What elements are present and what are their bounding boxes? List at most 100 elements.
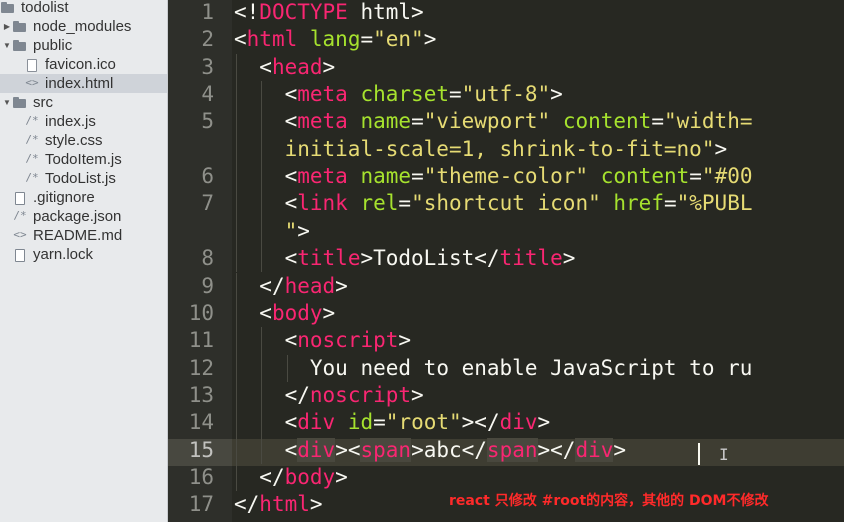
code-token: div	[297, 410, 336, 435]
code-token: You need to enable JavaScript to ru	[309, 355, 753, 380]
code-token: >	[335, 273, 348, 298]
code-token: </	[284, 382, 310, 407]
code-token: link	[297, 191, 348, 216]
code-token: body	[284, 464, 336, 489]
tree-item-index-js[interactable]: /* index.js	[0, 112, 167, 131]
line-number: 14	[188, 410, 214, 435]
tree-item-node-modules[interactable]: ▶ node_modules	[0, 17, 167, 36]
caret-down-icon[interactable]: ▼	[2, 41, 12, 50]
code-token: body	[271, 300, 323, 325]
code-line[interactable]: </head>	[234, 273, 348, 300]
code-line[interactable]: </noscript>	[234, 382, 424, 409]
code-line[interactable]: <head>	[234, 54, 335, 81]
tree-item-public[interactable]: ▼ public	[0, 36, 167, 55]
code-token: noscript	[297, 328, 399, 353]
code-line[interactable]: <!DOCTYPE html>	[234, 0, 424, 26]
code-line[interactable]: </html>	[234, 491, 323, 518]
code-line[interactable]: <body>	[234, 300, 335, 327]
app-window: ▼todolist▶node_modules▼publicfavicon.ico…	[0, 0, 844, 522]
line-number	[168, 218, 214, 245]
code-token: =	[663, 191, 677, 216]
code-line[interactable]: <meta charset="utf-8">	[234, 81, 563, 108]
tree-item-gitignore[interactable]: .gitignore	[0, 188, 167, 207]
code-token: "root"	[385, 410, 462, 435]
line-number: 1	[201, 0, 214, 24]
code-token: head	[284, 273, 336, 298]
line-number: 16	[188, 464, 214, 489]
caret-down-icon[interactable]: ▼	[2, 98, 12, 107]
code-token: <	[284, 82, 298, 107]
code-token: href	[613, 191, 664, 216]
code-token: </	[259, 464, 285, 489]
file-icon	[12, 191, 28, 205]
code-token: initial-scale=1, shrink-to-fit=no"	[284, 136, 715, 161]
tree-item-readme-md[interactable]: <> README.md	[0, 226, 167, 245]
code-token: noscript	[309, 382, 412, 407]
folder-icon	[0, 1, 16, 15]
tree-item-yarn-lock[interactable]: yarn.lock	[0, 245, 167, 264]
code-token: <	[284, 410, 298, 435]
code-token: >	[562, 246, 576, 271]
file-tree-sidebar[interactable]: ▼todolist▶node_modules▼publicfavicon.ico…	[0, 0, 168, 522]
line-number	[168, 136, 214, 163]
code-line[interactable]: <html lang="en">	[234, 26, 436, 53]
code-token: ></	[461, 410, 500, 435]
code-token: </	[259, 273, 285, 298]
code-line[interactable]: </body>	[234, 464, 348, 491]
line-number: 17	[188, 492, 214, 517]
code-token: <	[284, 164, 298, 189]
tree-item-label: .gitignore	[33, 189, 95, 206]
code-token: "utf-8"	[461, 82, 551, 107]
code-token: >TodoList</	[360, 246, 500, 271]
code-token: =	[689, 164, 702, 189]
code-line[interactable]: <noscript>	[234, 327, 411, 354]
tree-item-label: index.html	[45, 75, 114, 92]
code-line[interactable]: <div><span>abc</span></div>	[234, 437, 626, 464]
tree-item-label: TodoItem.js	[45, 151, 122, 168]
code-token: span	[360, 437, 412, 462]
code-token: "theme-color"	[423, 164, 589, 189]
code-line[interactable]: <meta name="viewport" content="width=	[234, 108, 753, 135]
folder-icon	[12, 20, 28, 34]
tree-item-label: src	[33, 94, 53, 111]
code-token: >	[411, 382, 424, 407]
code-line[interactable]: <meta name="theme-color" content="#00	[234, 163, 753, 190]
ibeam-cursor-icon: I	[719, 445, 729, 464]
code-line[interactable]: You need to enable JavaScript to ru	[234, 355, 753, 382]
code-token: name	[360, 164, 412, 189]
code-token: <	[234, 27, 247, 52]
caret-right-icon[interactable]: ▶	[2, 22, 12, 31]
tree-item-todolist-js[interactable]: /* TodoList.js	[0, 169, 167, 188]
code-token: <	[284, 328, 298, 353]
code-token: DOCTYPE	[259, 0, 348, 24]
code-line[interactable]: ">	[234, 218, 310, 245]
code-token: =	[373, 410, 386, 435]
code-line[interactable]: <div id="root"></div>	[234, 409, 551, 436]
line-number: 2	[201, 27, 214, 52]
tree-item-package-json[interactable]: /* package.json	[0, 207, 167, 226]
tree-item-todolist[interactable]: ▼todolist	[0, 0, 167, 17]
line-number: 15	[188, 437, 214, 462]
tree-item-src[interactable]: ▼ src	[0, 93, 167, 112]
tree-item-style-css[interactable]: /* style.css	[0, 131, 167, 150]
code-token: >	[322, 300, 336, 325]
code-line[interactable]: <title>TodoList</title>	[234, 245, 576, 272]
folder-icon	[12, 39, 28, 53]
tree-item-index-html[interactable]: <> index.html	[0, 74, 167, 93]
code-line[interactable]: <link rel="shortcut icon" href="%PUBL	[234, 190, 753, 217]
code-token: >	[297, 218, 310, 243]
script-file-icon: /*	[25, 113, 39, 127]
line-number: 5	[201, 109, 214, 134]
code-editor[interactable]: 1 2 3 4 5 6 7 8 9 10 11 12 13 14 16 17 <!DOCTYPE html> <…	[168, 0, 844, 522]
file-icon	[12, 248, 28, 262]
code-token: "%PUBL	[676, 191, 753, 216]
tree-item-favicon-ico[interactable]: favicon.ico	[0, 55, 167, 74]
markup-file-icon: <>	[13, 227, 27, 241]
tree-item-todoitem-js[interactable]: /* TodoItem.js	[0, 150, 167, 169]
code-line[interactable]: initial-scale=1, shrink-to-fit=no">	[234, 136, 728, 163]
script-file-icon: /*	[25, 132, 39, 146]
